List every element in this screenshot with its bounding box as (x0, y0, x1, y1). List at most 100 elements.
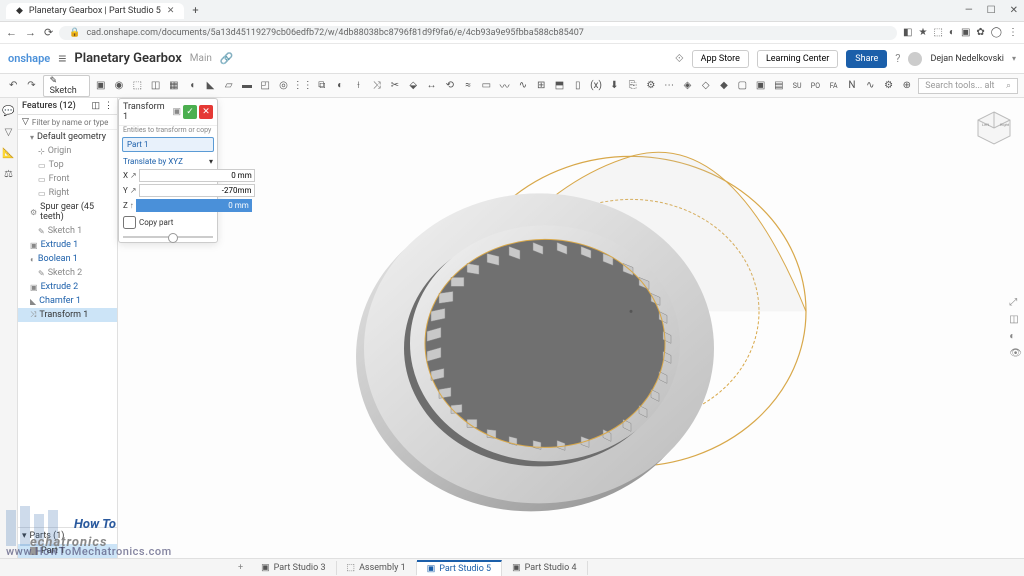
rail-filter-icon[interactable]: ▽ (5, 127, 13, 138)
dialog-cancel-button[interactable]: ✕ (199, 105, 213, 119)
tree-right-plane[interactable]: ▭Right (18, 186, 117, 200)
y-input[interactable] (139, 184, 255, 197)
selected-entity[interactable]: Part 1 (122, 137, 214, 152)
move-face-icon[interactable]: ↔ (424, 78, 438, 94)
nav-forward-icon[interactable]: → (25, 26, 36, 39)
x-input[interactable] (139, 169, 255, 182)
derived-icon[interactable]: ⎘ (625, 78, 639, 94)
close-window-button[interactable]: ✕ (1010, 5, 1018, 16)
composite-icon[interactable]: ⊞ (534, 78, 548, 94)
delete-face-icon[interactable]: ✂ (388, 78, 402, 94)
draft-icon[interactable]: ▱ (222, 78, 236, 94)
maximize-button[interactable]: ☐ (987, 5, 996, 16)
tree-extrude2[interactable]: ▣Extrude 2 (18, 280, 117, 294)
feat-fa-icon[interactable]: FA (827, 78, 841, 94)
view-shade-icon[interactable]: ◐ (1009, 331, 1022, 342)
menu-icon[interactable]: ⋮ (1008, 27, 1018, 38)
sheet-metal-icon[interactable]: ⬒ (552, 78, 566, 94)
flip-x-icon[interactable]: ↗ (130, 171, 137, 180)
tree-chamfer1[interactable]: ◣Chamfer 1 (18, 294, 117, 308)
profile-icon[interactable]: ◯ (991, 27, 1002, 38)
feat-gear-icon[interactable]: ⚙ (881, 78, 895, 94)
ext-icon[interactable]: ▣ (961, 27, 970, 38)
feat-e-icon[interactable]: ▣ (753, 78, 767, 94)
loft-icon[interactable]: ◫ (148, 78, 162, 94)
flip-y-icon[interactable]: ↗ (130, 186, 137, 195)
rail-measure-icon[interactable]: 📐 (2, 148, 14, 159)
view-hide-icon[interactable]: 👁 (1009, 348, 1022, 359)
feat-plus-icon[interactable]: ⊕ (900, 78, 914, 94)
minimize-button[interactable]: — (965, 5, 973, 16)
tab-part-studio-4[interactable]: ▣Part Studio 4 (502, 561, 587, 575)
branch-label[interactable]: Main (190, 53, 212, 64)
tree-top-plane[interactable]: ▭Top (18, 158, 117, 172)
variable-icon[interactable]: (x) (589, 78, 603, 94)
tree-front-plane[interactable]: ▭Front (18, 172, 117, 186)
feat-f-icon[interactable]: ▤ (772, 78, 786, 94)
tree-origin[interactable]: ⊹Origin (18, 144, 117, 158)
undo-icon[interactable]: ↶ (6, 78, 20, 94)
feat-a-icon[interactable]: ◈ (680, 78, 694, 94)
tab-part-studio-5[interactable]: ▣Part Studio 5 (417, 560, 502, 576)
transform-method-select[interactable]: Translate by XYZ (123, 157, 206, 166)
dialog-final-icon[interactable]: ▣ (172, 107, 181, 117)
sketch-button[interactable]: ✎ Sketch (43, 75, 90, 97)
boolean-icon[interactable]: ◐ (333, 78, 347, 94)
search-tools-input[interactable]: Search tools... alt ⌕ (918, 78, 1018, 94)
ext-icon[interactable]: ◧ (903, 27, 912, 38)
feat-c-icon[interactable]: ◆ (717, 78, 731, 94)
model-viewport[interactable]: Right Left ⤢ ◫ ◐ 👁 (118, 98, 1024, 558)
filter-icon[interactable]: ▽ (22, 117, 29, 127)
translate-slider[interactable] (123, 236, 213, 238)
ext-icon[interactable]: ★ (918, 27, 927, 38)
ext-icon[interactable]: ⬚ (933, 27, 942, 38)
tab-assembly-1[interactable]: ⬚Assembly 1 (337, 561, 417, 575)
mirror-icon[interactable]: ⧉ (315, 78, 329, 94)
panel-split-icon[interactable]: ◫ (91, 101, 100, 111)
z-input[interactable] (136, 199, 252, 212)
app-store-button[interactable]: App Store (692, 50, 749, 68)
transform-icon[interactable]: ⤨ (370, 78, 384, 94)
close-tab-icon[interactable]: ✕ (167, 6, 175, 16)
modify-fillet-icon[interactable]: ⬙ (406, 78, 420, 94)
browser-tab[interactable]: ◆ Planetary Gearbox | Part Studio 5 ✕ (6, 3, 184, 19)
feat-wave-icon[interactable]: ∿ (863, 78, 877, 94)
feat-b-icon[interactable]: ◇ (699, 78, 713, 94)
curve-icon[interactable]: ∿ (516, 78, 530, 94)
view-cube[interactable]: Right Left (974, 108, 1014, 148)
frame-icon[interactable]: ▯ (571, 78, 585, 94)
feat-su-icon[interactable]: SU (790, 78, 804, 94)
helix-icon[interactable]: 〰 (498, 78, 512, 94)
tab-add-icon[interactable]: + (230, 563, 251, 573)
revolve-icon[interactable]: ◉ (112, 78, 126, 94)
nav-back-icon[interactable]: ← (6, 26, 17, 39)
hole-icon[interactable]: ◎ (276, 78, 290, 94)
extrude-icon[interactable]: ▣ (94, 78, 108, 94)
nav-reload-icon[interactable]: ⟳ (44, 26, 53, 39)
feat-po-icon[interactable]: PO (808, 78, 822, 94)
feat-n-icon[interactable]: N (845, 78, 859, 94)
user-dropdown-icon[interactable]: ▾ (1012, 54, 1016, 63)
view-fit-icon[interactable]: ⤢ (1009, 297, 1022, 308)
share-button[interactable]: Share (846, 50, 887, 68)
dialog-confirm-button[interactable]: ✓ (183, 105, 197, 119)
offset-surf-icon[interactable]: ≈ (461, 78, 475, 94)
tree-boolean1[interactable]: ◐Boolean 1 (18, 252, 117, 266)
user-name[interactable]: Dejan Nedelkovski (930, 54, 1004, 64)
replace-face-icon[interactable]: ⟲ (443, 78, 457, 94)
fillet-icon[interactable]: ◖ (185, 78, 199, 94)
tab-part-studio-3[interactable]: ▣Part Studio 3 (251, 561, 336, 575)
tree-spur-gear[interactable]: ⚙Spur gear (45 teeth) (18, 200, 117, 224)
ext-icon[interactable]: ✿ (976, 27, 984, 38)
flip-z-icon[interactable]: ↑ (130, 201, 134, 210)
split-icon[interactable]: ⟊ (351, 78, 365, 94)
new-tab-button[interactable]: + (192, 4, 198, 17)
copy-part-checkbox[interactable] (123, 216, 136, 229)
chat-icon[interactable]: ⟐ (675, 52, 684, 66)
import-icon[interactable]: ⬇ (607, 78, 621, 94)
view-section-icon[interactable]: ◫ (1009, 314, 1022, 325)
tree-extrude1[interactable]: ▣Extrude 1 (18, 238, 117, 252)
tree-sketch2[interactable]: ✎Sketch 2 (18, 266, 117, 280)
onshape-logo[interactable]: onshape (8, 52, 50, 65)
custom-icon[interactable]: ⚙ (644, 78, 658, 94)
